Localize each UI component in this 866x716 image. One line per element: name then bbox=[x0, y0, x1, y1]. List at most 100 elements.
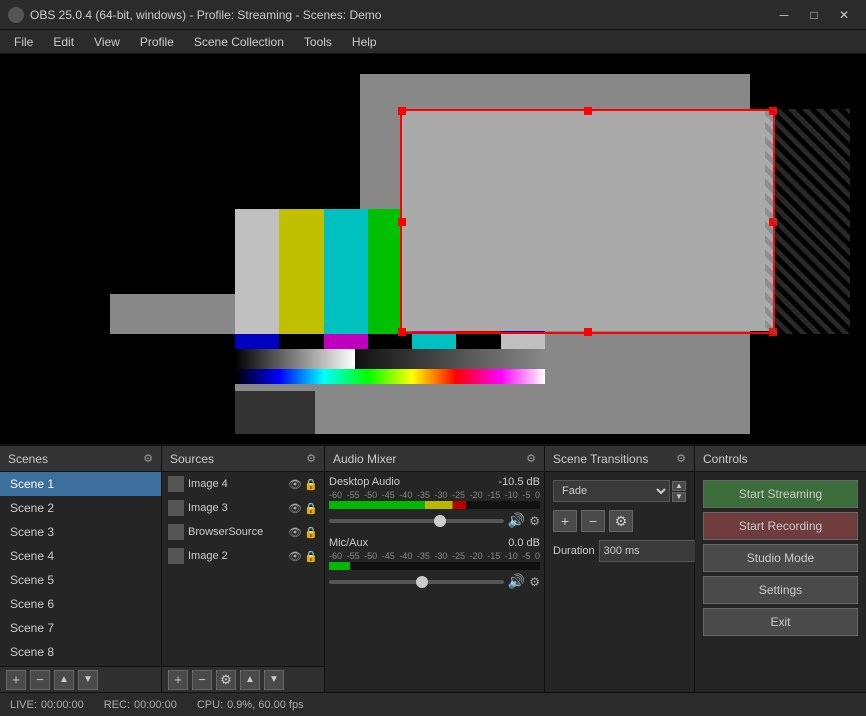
menu-scene-collection[interactable]: Scene Collection bbox=[184, 30, 294, 53]
add-scene-button[interactable]: + bbox=[6, 670, 26, 690]
transitions-label: Scene Transitions bbox=[553, 452, 648, 466]
scenes-header: Scenes ⚙ bbox=[0, 446, 161, 472]
add-source-button[interactable]: + bbox=[168, 670, 188, 690]
mic-audio-meter bbox=[329, 562, 540, 570]
source-visibility-button[interactable]: 👁 bbox=[288, 502, 302, 515]
sources-list: Image 4 👁 🔒 Image 3 👁 🔒 BrowserSource � bbox=[162, 472, 324, 666]
audio-label: Audio Mixer bbox=[333, 452, 396, 466]
rec-label: REC: bbox=[104, 699, 130, 711]
audio-content: Desktop Audio -10.5 dB -60-55-50-45-40-3… bbox=[325, 472, 544, 692]
menu-file[interactable]: File bbox=[4, 30, 43, 53]
scene-item[interactable]: Scene 2 bbox=[0, 496, 161, 520]
source-visibility-button[interactable]: 👁 bbox=[288, 550, 302, 563]
studio-mode-button[interactable]: Studio Mode bbox=[703, 544, 858, 572]
window-title: OBS 25.0.4 (64-bit, windows) - Profile: … bbox=[30, 8, 770, 22]
audio-menu-icon[interactable]: ⚙ bbox=[526, 452, 536, 465]
source-item[interactable]: Image 3 👁 🔒 bbox=[162, 496, 324, 520]
maximize-button[interactable]: □ bbox=[800, 5, 828, 25]
transition-add-remove-buttons: + − ⚙ bbox=[553, 510, 686, 532]
source-up-button[interactable]: ▲ bbox=[240, 670, 260, 690]
start-streaming-button[interactable]: Start Streaming bbox=[703, 480, 858, 508]
source-lock-button[interactable]: 🔒 bbox=[304, 526, 318, 539]
settings-button[interactable]: Settings bbox=[703, 576, 858, 604]
black-region-2 bbox=[110, 224, 235, 294]
hatch-area bbox=[765, 109, 850, 334]
source-item[interactable]: Image 4 👁 🔒 bbox=[162, 472, 324, 496]
transition-type-arrows: ▲ ▼ bbox=[672, 481, 686, 502]
scene-item[interactable]: Scene 6 bbox=[0, 592, 161, 616]
minimize-button[interactable]: ─ bbox=[770, 5, 798, 25]
menu-help[interactable]: Help bbox=[342, 30, 387, 53]
menu-profile[interactable]: Profile bbox=[130, 30, 184, 53]
source-lock-button[interactable]: 🔒 bbox=[304, 502, 318, 515]
desktop-audio-level bbox=[329, 501, 466, 509]
audio-track-desktop: Desktop Audio -10.5 dB -60-55-50-45-40-3… bbox=[329, 476, 540, 529]
scene-item[interactable]: Scene 4 bbox=[0, 544, 161, 568]
sources-toolbar: + − ⚙ ▲ ▼ bbox=[162, 666, 324, 692]
sources-panel: Sources ⚙ Image 4 👁 🔒 Image 3 👁 🔒 bbox=[162, 446, 325, 692]
live-time: 00:00:00 bbox=[41, 699, 84, 711]
duration-row: Duration ▲ ▼ bbox=[553, 540, 686, 562]
grayscale-bar bbox=[235, 349, 355, 369]
exit-button[interactable]: Exit bbox=[703, 608, 858, 636]
scene-item[interactable]: Scene 5 bbox=[0, 568, 161, 592]
add-transition-button[interactable]: + bbox=[553, 510, 577, 532]
source-item[interactable]: BrowserSource 👁 🔒 bbox=[162, 520, 324, 544]
transition-type-up[interactable]: ▲ bbox=[672, 481, 686, 491]
source-type-icon bbox=[168, 476, 184, 492]
sources-menu-icon[interactable]: ⚙ bbox=[306, 452, 316, 465]
desktop-volume-thumb[interactable] bbox=[434, 515, 446, 527]
preview-canvas[interactable] bbox=[0, 54, 866, 444]
live-status: LIVE: 00:00:00 bbox=[10, 699, 84, 711]
bottom-panels: Scenes ⚙ Scene 1 Scene 2 Scene 3 Scene 4… bbox=[0, 444, 866, 692]
remove-source-button[interactable]: − bbox=[192, 670, 212, 690]
source-actions: 👁 🔒 bbox=[288, 550, 318, 563]
audio-meter-labels-mic: -60-55-50-45-40-35-30-25-20-15-10-50 bbox=[329, 551, 540, 561]
mic-volume-thumb[interactable] bbox=[416, 576, 428, 588]
desktop-mute-button[interactable]: 🔊 bbox=[508, 512, 525, 529]
scene-item[interactable]: Scene 8 bbox=[0, 640, 161, 664]
source-lock-button[interactable]: 🔒 bbox=[304, 478, 318, 491]
scene-item[interactable]: Scene 1 bbox=[0, 472, 161, 496]
scene-item[interactable]: Scene 3 bbox=[0, 520, 161, 544]
source-down-button[interactable]: ▼ bbox=[264, 670, 284, 690]
black-region bbox=[110, 74, 360, 224]
source-visibility-button[interactable]: 👁 bbox=[288, 526, 302, 539]
remove-transition-button[interactable]: − bbox=[581, 510, 605, 532]
desktop-audio-db: -10.5 dB bbox=[498, 476, 540, 488]
mic-volume-slider[interactable] bbox=[329, 580, 504, 584]
transition-type-select[interactable]: Fade Cut Swipe Slide bbox=[553, 480, 670, 502]
scene-item[interactable]: Scene 7 bbox=[0, 616, 161, 640]
menu-tools[interactable]: Tools bbox=[294, 30, 342, 53]
source-item[interactable]: Image 2 👁 🔒 bbox=[162, 544, 324, 568]
remove-scene-button[interactable]: − bbox=[30, 670, 50, 690]
scene-down-button[interactable]: ▼ bbox=[78, 670, 98, 690]
menu-view[interactable]: View bbox=[84, 30, 130, 53]
source-lock-button[interactable]: 🔒 bbox=[304, 550, 318, 563]
source-visibility-button[interactable]: 👁 bbox=[288, 478, 302, 491]
scenes-label: Scenes bbox=[8, 452, 48, 466]
black-bottom-left bbox=[110, 334, 235, 434]
transition-settings-button[interactable]: ⚙ bbox=[609, 510, 633, 532]
desktop-volume-slider[interactable] bbox=[329, 519, 504, 523]
close-button[interactable]: ✕ bbox=[830, 5, 858, 25]
menu-edit[interactable]: Edit bbox=[43, 30, 84, 53]
scenes-menu-icon[interactable]: ⚙ bbox=[143, 452, 153, 465]
cpu-value: 0.9%, 60.00 fps bbox=[227, 699, 303, 711]
scene-up-button[interactable]: ▲ bbox=[54, 670, 74, 690]
transitions-menu-icon[interactable]: ⚙ bbox=[676, 452, 686, 465]
desktop-audio-settings-button[interactable]: ⚙ bbox=[529, 514, 540, 528]
transition-type-down[interactable]: ▼ bbox=[672, 492, 686, 502]
sources-header: Sources ⚙ bbox=[162, 446, 324, 472]
duration-label: Duration bbox=[553, 545, 595, 557]
scenes-panel: Scenes ⚙ Scene 1 Scene 2 Scene 3 Scene 4… bbox=[0, 446, 162, 692]
rec-time: 00:00:00 bbox=[134, 699, 177, 711]
mic-mute-button[interactable]: 🔊 bbox=[508, 573, 525, 590]
cpu-status: CPU: 0.9%, 60.00 fps bbox=[197, 699, 304, 711]
source-type-icon bbox=[168, 524, 184, 540]
start-recording-button[interactable]: Start Recording bbox=[703, 512, 858, 540]
titlebar-controls: ─ □ ✕ bbox=[770, 5, 858, 25]
source-settings-button[interactable]: ⚙ bbox=[216, 670, 236, 690]
mic-audio-settings-button[interactable]: ⚙ bbox=[529, 575, 540, 589]
scenes-toolbar: + − ▲ ▼ bbox=[0, 666, 161, 692]
